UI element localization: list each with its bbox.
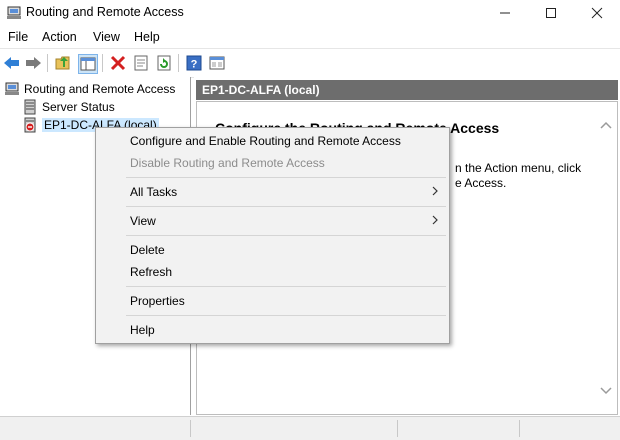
svg-text:?: ?	[191, 59, 198, 71]
status-segment	[0, 420, 191, 437]
menu-item-delete[interactable]: Delete	[130, 240, 165, 260]
details-text-line1: n the Action menu, click	[455, 161, 582, 175]
menu-item-disable: Disable Routing and Remote Access	[130, 156, 325, 170]
toolbar-separator	[47, 54, 48, 72]
menu-separator	[126, 177, 446, 178]
menu-separator	[126, 286, 446, 287]
delete-icon[interactable]	[109, 54, 127, 72]
maximize-button[interactable]	[528, 0, 574, 26]
server-icon	[22, 99, 38, 115]
submenu-arrow-icon	[431, 211, 439, 231]
context-menu: Configure and Enable Routing and Remote …	[95, 127, 450, 344]
menu-action[interactable]: Action	[42, 30, 77, 44]
menu-separator	[126, 206, 446, 207]
toolbar-separator	[102, 54, 103, 72]
menu-help[interactable]: Help	[134, 30, 160, 44]
status-bar	[0, 416, 620, 440]
scroll-up-icon[interactable]	[599, 118, 613, 132]
back-arrow-icon[interactable]	[3, 54, 21, 72]
help-icon[interactable]: ?	[185, 54, 203, 72]
tree-item-label: Server Status	[42, 100, 115, 114]
tree-item-root[interactable]: Routing and Remote Access	[4, 80, 175, 98]
up-folder-icon[interactable]	[55, 54, 73, 72]
menu-item-refresh[interactable]: Refresh	[130, 262, 172, 282]
minimize-button[interactable]	[482, 0, 528, 26]
menu-item-help[interactable]: Help	[130, 320, 155, 340]
menu-item-all-tasks[interactable]: All Tasks	[130, 182, 177, 202]
app-icon	[6, 5, 22, 21]
mmc-view-icon[interactable]	[208, 54, 226, 72]
close-button[interactable]	[574, 0, 620, 26]
server-stopped-icon	[22, 117, 38, 133]
title-bar: Routing and Remote Access	[0, 0, 620, 26]
menu-bar: File Action View Help	[0, 27, 620, 48]
toolbar: ?	[0, 48, 620, 78]
rras-icon	[4, 81, 20, 97]
details-text-line2: e Access.	[455, 176, 507, 190]
tree-item-label: Routing and Remote Access	[24, 82, 176, 96]
menu-item-view[interactable]: View	[130, 211, 156, 231]
window-title: Routing and Remote Access	[26, 5, 184, 19]
status-segment	[399, 420, 520, 437]
menu-view[interactable]: View	[93, 30, 120, 44]
scroll-down-icon[interactable]	[599, 384, 613, 398]
menu-separator	[126, 235, 446, 236]
menu-item-properties[interactable]: Properties	[130, 291, 185, 311]
submenu-arrow-icon	[431, 182, 439, 202]
tree-item-server-status[interactable]: Server Status	[22, 98, 115, 116]
toolbar-separator	[178, 54, 179, 72]
status-segment	[192, 420, 398, 437]
show-hide-tree-icon[interactable]	[78, 54, 98, 74]
forward-arrow-icon[interactable]	[24, 54, 42, 72]
menu-file[interactable]: File	[8, 30, 28, 44]
menu-separator	[126, 315, 446, 316]
menu-item-configure-enable[interactable]: Configure and Enable Routing and Remote …	[130, 131, 401, 151]
details-header: EP1-DC-ALFA (local)	[196, 80, 618, 100]
properties-icon[interactable]	[132, 54, 150, 72]
refresh-icon[interactable]	[155, 54, 173, 72]
